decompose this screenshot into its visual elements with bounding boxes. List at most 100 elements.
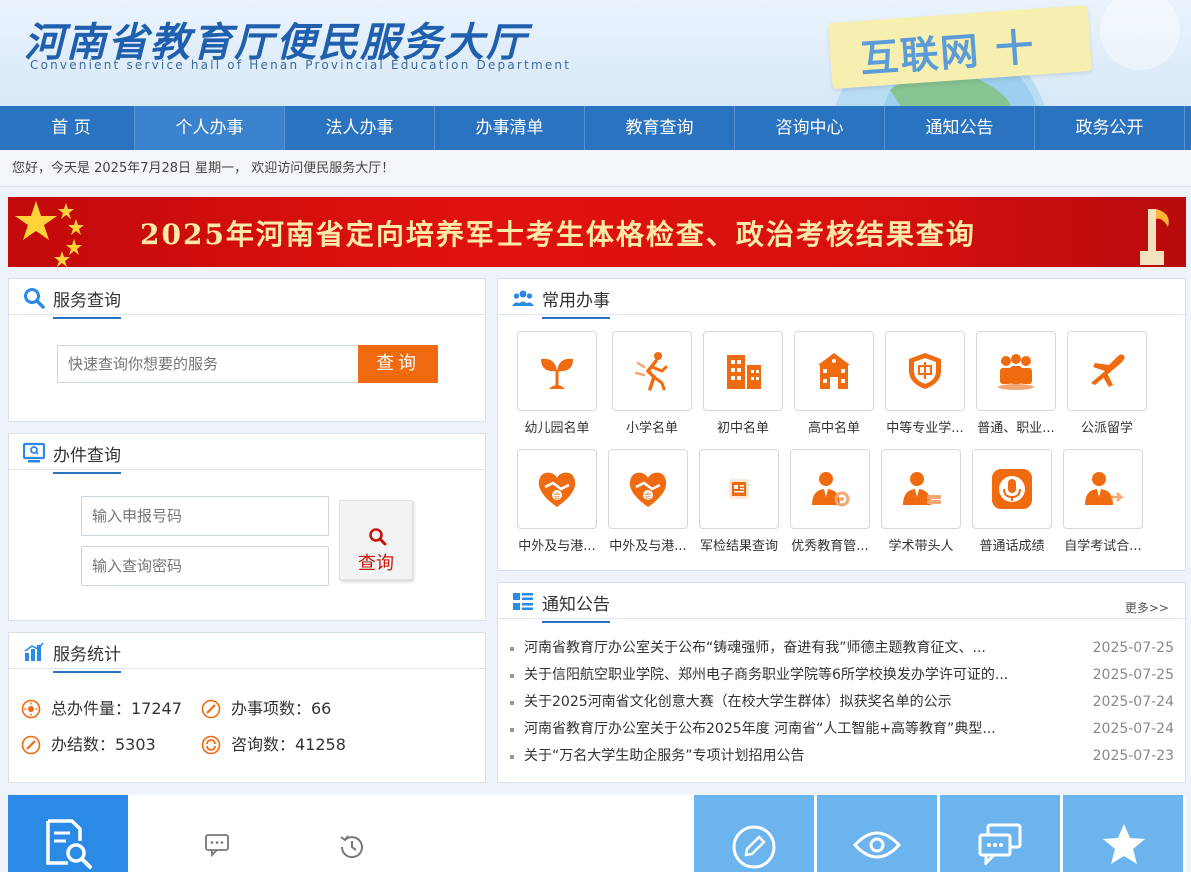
case-code-input[interactable]: [81, 496, 329, 536]
case-query-button[interactable]: 查询: [339, 500, 413, 580]
nav-item-home[interactable]: 首 页: [8, 106, 135, 150]
stat-done: 办结数：5303: [21, 735, 201, 755]
notice-panel: 通知公告 更多>> 河南省教育厅办公室关于公布“铸魂强师，奋进有我”师德主题教育…: [497, 582, 1186, 783]
service-label: 军检结果查询: [699, 539, 778, 554]
notice-title: 关于“万名大学生助企服务”专项计划招用公告: [524, 748, 805, 764]
sun-icon: [21, 699, 41, 719]
panel-header: 常用办事: [498, 279, 1185, 319]
service-mandarin-score[interactable]: 普通话成绩: [972, 449, 1054, 554]
people-icon: [512, 290, 534, 306]
service-tile: [972, 449, 1052, 529]
service-label: 中外及与港...: [609, 539, 687, 554]
shield-icon: [909, 353, 941, 389]
bottom-tile-view[interactable]: [817, 795, 937, 872]
chat-icon[interactable]: [204, 833, 230, 857]
buildings-icon: [727, 355, 761, 389]
notice-more-link[interactable]: 更多>>: [1125, 599, 1169, 616]
person-arrow-icon: [1085, 472, 1125, 505]
nav-item-service-list[interactable]: 办事清单: [435, 106, 585, 150]
banner[interactable]: 2025年河南省定向培养军士考生体格检查、政治考核结果查询: [8, 197, 1186, 267]
panel-title: 服务查询: [53, 286, 121, 319]
pencil-icon: [201, 699, 221, 719]
service-excellent-education-manager[interactable]: 优秀教育管...: [790, 449, 872, 554]
service-tile: [794, 331, 874, 411]
panel-title: 服务统计: [53, 640, 121, 673]
eye-icon: [853, 831, 901, 859]
stat-consult-text: 咨询数：41258: [231, 735, 346, 754]
banner-text: 2025年河南省定向培养军士考生体格检查、政治考核结果查询: [140, 218, 976, 251]
message-icon: [978, 823, 1022, 865]
service-senior-high-list[interactable]: 高中名单: [794, 331, 876, 436]
document-search-icon: [46, 819, 92, 869]
school-icon: [818, 353, 850, 389]
site-subtitle: Convenient service hall of Henan Provinc…: [30, 58, 572, 72]
bottom-tile-write[interactable]: [694, 795, 814, 872]
service-tile: [881, 449, 961, 529]
case-query-button-label: 查询: [358, 553, 394, 574]
service-kindergarten-list[interactable]: 幼儿园名单: [517, 331, 599, 436]
welcome-bar: 您好，今天是 2025年7月28日 星期一， 欢迎访问便民服务大厅！: [0, 150, 1191, 187]
panel-title: 办件查询: [53, 441, 121, 474]
notice-date: 2025-07-23: [1092, 748, 1174, 764]
nav-item-consult[interactable]: 咨询中心: [735, 106, 885, 150]
group-icon: [998, 354, 1034, 390]
search-icon: [369, 528, 387, 546]
service-secondary-vocational[interactable]: 中等专业学...: [885, 331, 967, 436]
service-tile: [1067, 331, 1147, 411]
nav-item-legal-entity[interactable]: 法人办事: [285, 106, 435, 150]
pencil-icon: [21, 735, 41, 755]
notice-title: 河南省教育厅办公室关于公布2025年度 河南省“人工智能+高等教育”典型...: [524, 721, 996, 737]
service-primary-school-list[interactable]: 小学名单: [612, 331, 694, 436]
service-self-study-exam[interactable]: 自学考试合...: [1063, 449, 1145, 554]
service-tile: [612, 331, 692, 411]
nav-item-government-affairs[interactable]: 政务公开: [1035, 106, 1185, 150]
running-child-icon: [634, 352, 668, 391]
case-password-input[interactable]: [81, 546, 329, 586]
notice-row[interactable]: 河南省教育厅办公室关于公布2025年度 河南省“人工智能+高等教育”典型... …: [510, 719, 1174, 739]
monument-icon: [1140, 209, 1169, 265]
refresh-icon: [201, 735, 221, 755]
service-sino-foreign-1[interactable]: 合 中外及与港...: [517, 449, 599, 554]
stars-icon: [15, 201, 84, 267]
service-public-study-abroad[interactable]: 公派留学: [1067, 331, 1149, 436]
service-label: 学术带头人: [888, 539, 954, 554]
service-tile: [790, 449, 870, 529]
service-label: 小学名单: [625, 421, 678, 436]
nav-item-education-query[interactable]: 教育查询: [585, 106, 735, 150]
notice-title: 关于信阳航空职业学院、郑州电子商务职业学院等6所学校换发办学许可证的...: [524, 667, 1009, 683]
notice-date: 2025-07-25: [1092, 640, 1174, 656]
notice-row[interactable]: 河南省教育厅办公室关于公布“铸魂强师，奋进有我”师德主题教育征文、... 202…: [510, 638, 1174, 658]
bottom-tile-favorite[interactable]: [1063, 795, 1183, 872]
service-label: 中外及与港...: [518, 539, 596, 554]
service-label: 初中名单: [716, 421, 769, 436]
notice-row[interactable]: 关于“万名大学生助企服务”专项计划招用公告 2025-07-23: [510, 746, 1174, 766]
service-label: 普通话成绩: [979, 539, 1045, 554]
service-academic-leader[interactable]: 学术带头人: [881, 449, 963, 554]
notice-row[interactable]: 关于信阳航空职业学院、郑州电子商务职业学院等6所学校换发办学许可证的... 20…: [510, 665, 1174, 685]
service-sino-foreign-2[interactable]: 合 中外及与港...: [608, 449, 690, 554]
nav-item-personal[interactable]: 个人办事: [135, 106, 285, 150]
stat-total-text: 总办件量：17247: [51, 699, 182, 718]
bottom-tab-active[interactable]: [8, 795, 128, 872]
sprout-icon: [541, 358, 573, 389]
service-search-input[interactable]: [57, 345, 359, 383]
service-label: 公派留学: [1080, 421, 1133, 436]
history-icon[interactable]: [338, 833, 366, 861]
notice-date: 2025-07-25: [1092, 667, 1174, 683]
nav-item-notice[interactable]: 通知公告: [885, 106, 1035, 150]
service-tile: [699, 449, 779, 529]
service-military-check-result[interactable]: 军检结果查询: [699, 449, 781, 554]
bullet-icon: [510, 755, 514, 759]
service-general-vocational[interactable]: 普通、职业...: [976, 331, 1058, 436]
notice-row[interactable]: 关于2025河南省文化创意大赛（在校大学生群体）拟获奖名单的公示 2025-07…: [510, 692, 1174, 712]
bottom-section: [8, 795, 1186, 872]
service-junior-high-list[interactable]: 初中名单: [703, 331, 785, 436]
bottom-tile-consult[interactable]: [940, 795, 1060, 872]
main-nav: 首 页 个人办事 法人办事 办事清单 教育查询 咨询中心 通知公告 政务公开: [0, 106, 1191, 150]
service-search-button[interactable]: 查询: [358, 345, 438, 383]
handshake-heart-icon: 合: [629, 472, 667, 507]
service-tile: [703, 331, 783, 411]
bar-chart-icon: [24, 642, 44, 661]
service-tile: 合: [608, 449, 688, 529]
star-icon: [1103, 824, 1145, 864]
